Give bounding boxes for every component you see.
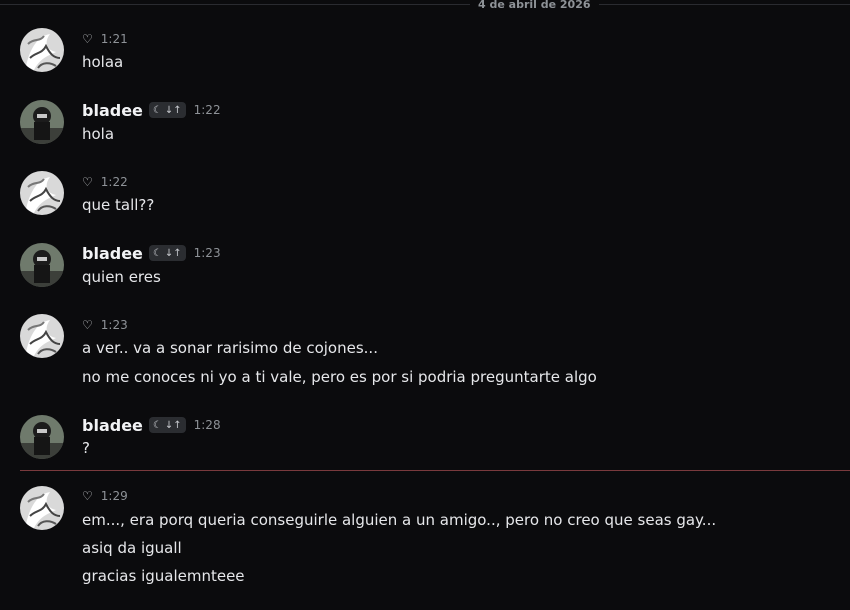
heart-icon: ♡ bbox=[82, 32, 93, 46]
username[interactable]: bladee bbox=[82, 244, 143, 263]
arrows-icon: ↓↑ bbox=[164, 247, 182, 259]
server-tag[interactable]: ☾ ↓↑ bbox=[148, 417, 186, 433]
message-text: que tall?? bbox=[82, 196, 155, 214]
crescent-moon-icon: ☾ bbox=[152, 247, 162, 259]
bladee-avatar[interactable] bbox=[20, 243, 64, 287]
message-text: holaa bbox=[82, 53, 124, 71]
new-messages-divider bbox=[20, 470, 850, 471]
bladee-avatar[interactable] bbox=[20, 415, 64, 459]
user-avatar[interactable] bbox=[20, 314, 64, 358]
arrows-icon: ↓↑ bbox=[164, 419, 182, 431]
message-text: gracias igualemnteee bbox=[82, 567, 245, 585]
timestamp[interactable]: 1:28 bbox=[194, 418, 221, 432]
message-header: bladee ☾ ↓↑ 1:23 bbox=[82, 243, 221, 263]
crescent-moon-icon: ☾ bbox=[152, 104, 162, 116]
message-text: ? bbox=[82, 439, 90, 457]
user-avatar[interactable] bbox=[20, 171, 64, 215]
user-avatar[interactable] bbox=[20, 486, 64, 530]
arrows-icon: ↓↑ bbox=[164, 104, 182, 116]
message-header: bladee ☾ ↓↑ 1:28 bbox=[82, 415, 221, 435]
message-text: asiq da iguall bbox=[82, 539, 182, 557]
message-header: ♡ 1:23 bbox=[82, 315, 128, 335]
timestamp[interactable]: 1:22 bbox=[101, 175, 128, 189]
message-header: ♡ 1:22 bbox=[82, 172, 128, 192]
timestamp[interactable]: 1:23 bbox=[101, 318, 128, 332]
message-text: em..., era porq queria conseguirle algui… bbox=[82, 511, 717, 529]
message-text: hola bbox=[82, 125, 115, 143]
timestamp[interactable]: 1:21 bbox=[101, 32, 128, 46]
crescent-moon-icon: ☾ bbox=[152, 419, 162, 431]
heart-icon: ♡ bbox=[82, 318, 93, 332]
message-text: quien eres bbox=[82, 268, 161, 286]
server-tag[interactable]: ☾ ↓↑ bbox=[148, 102, 186, 118]
date-divider: 4 de abril de 2026 bbox=[0, 0, 850, 10]
message-header: ♡ 1:29 bbox=[82, 486, 128, 506]
heart-icon: ♡ bbox=[82, 489, 93, 503]
timestamp[interactable]: 1:29 bbox=[101, 489, 128, 503]
message-header: ♡ 1:21 bbox=[82, 29, 128, 49]
message-text: a ver.. va a sonar rarisimo de cojones..… bbox=[82, 339, 378, 357]
bladee-avatar[interactable] bbox=[20, 100, 64, 144]
server-tag[interactable]: ☾ ↓↑ bbox=[148, 245, 186, 261]
username[interactable]: bladee bbox=[82, 416, 143, 435]
user-avatar[interactable] bbox=[20, 28, 64, 72]
message-header: bladee ☾ ↓↑ 1:22 bbox=[82, 100, 221, 120]
timestamp[interactable]: 1:22 bbox=[194, 103, 221, 117]
message-text: no me conoces ni yo a ti vale, pero es p… bbox=[82, 368, 597, 386]
heart-icon: ♡ bbox=[82, 175, 93, 189]
timestamp[interactable]: 1:23 bbox=[194, 246, 221, 260]
date-divider-label: 4 de abril de 2026 bbox=[470, 0, 599, 10]
username[interactable]: bladee bbox=[82, 101, 143, 120]
